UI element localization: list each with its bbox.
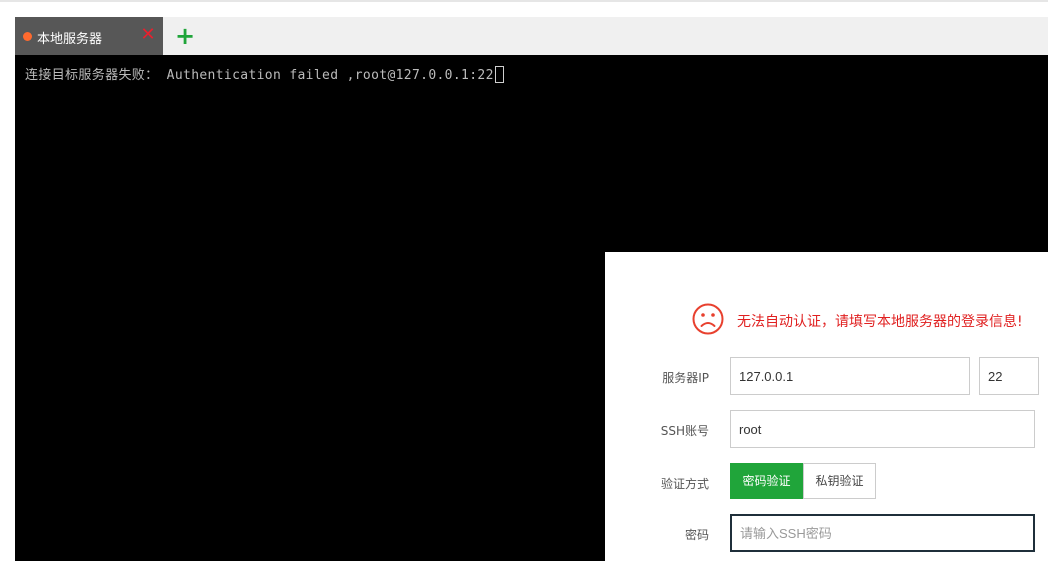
tab-bar: 本地服务器 ✕ + [15,17,1048,55]
tab-local-server[interactable]: 本地服务器 ✕ [15,17,163,55]
key-auth-button[interactable]: 私钥验证 [803,463,876,499]
terminal-cursor [494,66,504,83]
ssh-login-dialog: 无法自动认证，请填写本地服务器的登录信息! 服务器IP SSH账号 验证方式 密… [605,252,1048,561]
error-message: 无法自动认证，请填写本地服务器的登录信息! [737,314,1023,330]
top-divider [0,0,1048,2]
ssh-account-label: SSH账号 [660,424,709,438]
port-input[interactable] [979,357,1039,395]
auth-method-label: 验证方式 [660,477,709,491]
ssh-account-input[interactable] [730,410,1035,448]
password-label: 密码 [684,528,709,542]
add-tab-icon[interactable]: + [173,23,197,49]
password-input[interactable] [730,514,1035,552]
terminal-output-line: 连接目标服务器失败： Authentication failed ,root@1… [25,64,504,83]
tab-label: 本地服务器 [37,32,103,47]
password-auth-button[interactable]: 密码验证 [730,463,803,499]
close-icon[interactable]: ✕ [139,24,157,46]
tab-status-dot [23,32,32,41]
server-ip-input[interactable] [730,357,970,395]
sad-face-icon [692,303,724,335]
server-ip-label: 服务器IP [662,371,709,385]
terminal-text: 连接目标服务器失败： Authentication failed ,root@1… [25,68,494,83]
